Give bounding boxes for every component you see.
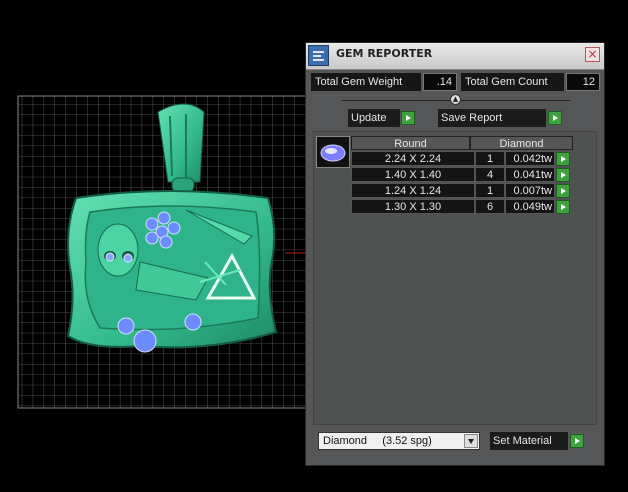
gem-weight-cell: 0.042tw bbox=[505, 151, 555, 166]
gem-size-cell: 2.24 X 2.24 bbox=[351, 151, 475, 166]
column-header-material: Diamond bbox=[470, 136, 573, 150]
material-select[interactable]: Diamond (3.52 spg) bbox=[318, 432, 480, 450]
gem-size-cell: 1.30 X 1.30 bbox=[351, 199, 475, 214]
gem-reporter-panel: GEM REPORTER × Total Gem Weight .14 Tota… bbox=[305, 42, 605, 466]
row-select-arrow-icon[interactable] bbox=[556, 168, 570, 182]
save-report-arrow-icon[interactable] bbox=[548, 111, 562, 125]
chevron-down-icon[interactable] bbox=[464, 434, 478, 448]
gem-count-cell: 6 bbox=[475, 199, 505, 214]
collapse-toggle[interactable]: ▲ bbox=[450, 94, 461, 105]
gem-weight-cell: 0.041tw bbox=[505, 167, 555, 182]
gem-count-cell: 4 bbox=[475, 167, 505, 182]
gem-size-cell: 1.40 X 1.40 bbox=[351, 167, 475, 182]
gem-reporter-icon bbox=[308, 45, 329, 66]
total-gem-count-label: Total Gem Count bbox=[461, 73, 564, 91]
row-select-arrow-icon[interactable] bbox=[556, 184, 570, 198]
total-gem-weight-label: Total Gem Weight bbox=[311, 73, 421, 91]
row-select-arrow-icon[interactable] bbox=[556, 152, 570, 166]
gem-count-cell: 1 bbox=[475, 151, 505, 166]
row-select-arrow-icon[interactable] bbox=[556, 200, 570, 214]
title-bar[interactable]: GEM REPORTER × bbox=[306, 43, 604, 70]
total-gem-count-value: 12 bbox=[566, 73, 600, 91]
gem-count-cell: 1 bbox=[475, 183, 505, 198]
close-button[interactable]: × bbox=[585, 47, 600, 62]
set-material-button[interactable]: Set Material bbox=[490, 432, 568, 450]
save-report-button[interactable]: Save Report bbox=[438, 109, 546, 127]
material-select-value: Diamond (3.52 spg) bbox=[323, 435, 432, 447]
total-gem-weight-value: .14 bbox=[423, 73, 457, 91]
round-gem-icon[interactable] bbox=[316, 136, 350, 168]
set-material-arrow-icon[interactable] bbox=[570, 434, 584, 448]
update-arrow-icon[interactable] bbox=[401, 111, 415, 125]
update-button[interactable]: Update bbox=[348, 109, 400, 127]
column-header-shape: Round bbox=[351, 136, 470, 150]
panel-title: GEM REPORTER bbox=[336, 47, 433, 60]
gem-weight-cell: 0.007tw bbox=[505, 183, 555, 198]
gem-size-cell: 1.24 X 1.24 bbox=[351, 183, 475, 198]
gem-weight-cell: 0.049tw bbox=[505, 199, 555, 214]
